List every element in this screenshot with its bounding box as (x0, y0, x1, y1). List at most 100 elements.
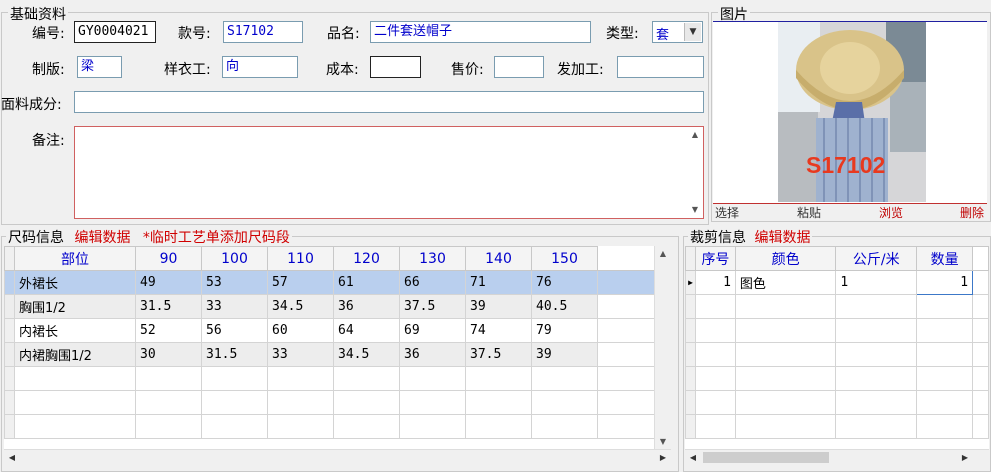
scroll-right-icon[interactable]: ▶ (957, 450, 973, 466)
remark-scrollbar[interactable]: ▲ ▼ (687, 127, 703, 218)
table-cell (597, 342, 656, 367)
column-header[interactable]: 颜色 (734, 246, 837, 271)
table-cell[interactable]: 内裙长 (14, 318, 136, 343)
scroll-left-icon[interactable]: ◀ (4, 450, 20, 466)
table-row[interactable]: 内裙胸围1/2 30 31.5 33 34.5 36 37.5 39 (4, 342, 656, 367)
table-cell[interactable]: 图色 (734, 270, 837, 295)
column-header[interactable]: 数量 (916, 246, 974, 271)
product-name-input[interactable]: 二件套送帽子 (370, 21, 591, 43)
cut-grid-hscroll[interactable]: ◀ ▶ (685, 449, 989, 466)
table-cell[interactable]: 外裙长 (14, 270, 136, 295)
chevron-down-icon[interactable]: ▼ (684, 23, 701, 41)
empty-row (685, 342, 989, 367)
column-header[interactable]: 90 (135, 246, 202, 271)
table-row[interactable]: 外裙长 49 53 57 61 66 71 76 (4, 270, 656, 295)
column-header[interactable]: 110 (267, 246, 334, 271)
table-cell[interactable]: 30 (135, 342, 202, 367)
table-cell[interactable]: 69 (399, 318, 466, 343)
price-label: 售价: (451, 62, 484, 78)
remark-label: 备注: (32, 133, 65, 149)
table-cell[interactable]: 1 (916, 270, 974, 295)
photo-overlay-label: S17102 (806, 152, 886, 178)
table-cell[interactable]: 37.5 (465, 342, 532, 367)
cut-edit-data-link[interactable]: 编辑数据 (754, 230, 810, 246)
column-header[interactable]: 公斤/米 (835, 246, 918, 271)
picture-delete-button[interactable]: 删除 (960, 204, 984, 221)
table-cell[interactable]: 61 (333, 270, 400, 295)
table-cell[interactable]: 36 (399, 342, 466, 367)
cut-info-legend: 裁剪信息 (690, 230, 746, 246)
table-cell[interactable]: 1 (835, 270, 918, 295)
outsourcer-input[interactable] (617, 56, 704, 78)
empty-header (597, 246, 656, 271)
table-cell[interactable]: 内裙胸围1/2 (14, 342, 136, 367)
row-indicator (4, 318, 15, 343)
column-header[interactable]: 150 (531, 246, 598, 271)
table-cell[interactable]: 33 (267, 342, 334, 367)
column-header[interactable]: 序号 (694, 246, 736, 271)
type-select[interactable]: 套 ▼ (652, 21, 703, 43)
picture-browse-button[interactable]: 浏览 (879, 204, 903, 221)
table-row[interactable]: ▶ 1 图色 1 1 (685, 270, 989, 295)
scroll-right-icon[interactable]: ▶ (655, 450, 671, 466)
table-cell[interactable]: 79 (531, 318, 598, 343)
empty-header (972, 246, 989, 271)
row-indicator (4, 294, 15, 319)
table-cell[interactable]: 31.5 (135, 294, 202, 319)
style-no-input[interactable]: S17102 (223, 21, 303, 43)
table-row[interactable]: 胸围1/2 31.5 33 34.5 36 37.5 39 40.5 (4, 294, 656, 319)
table-row[interactable]: 内裙长 52 56 60 64 69 74 79 (4, 318, 656, 343)
price-input[interactable] (494, 56, 544, 78)
sample-maker-input[interactable]: 向 (222, 56, 298, 78)
table-cell[interactable]: 49 (135, 270, 202, 295)
scroll-up-icon[interactable]: ▲ (687, 127, 703, 143)
table-cell[interactable]: 1 (694, 270, 736, 295)
column-header[interactable]: 部位 (14, 246, 136, 271)
table-cell[interactable]: 66 (399, 270, 466, 295)
table-cell[interactable]: 34.5 (333, 342, 400, 367)
scroll-left-icon[interactable]: ◀ (685, 450, 701, 466)
table-cell[interactable]: 33 (201, 294, 268, 319)
outsourcer-label: 发加工: (557, 62, 604, 78)
remark-textarea[interactable]: ▲ ▼ (74, 126, 704, 219)
scroll-down-icon[interactable]: ▼ (687, 202, 703, 218)
table-cell[interactable]: 52 (135, 318, 202, 343)
table-cell[interactable]: 56 (201, 318, 268, 343)
scroll-up-icon[interactable]: ▲ (655, 246, 671, 262)
row-indicator-header (4, 246, 15, 271)
picture-select-button[interactable]: 选择 (715, 204, 739, 221)
size-grid: 部位 90 100 110 120 130 140 150 外裙长 49 53 … (4, 246, 671, 466)
size-edit-data-link[interactable]: 编辑数据 (74, 230, 130, 246)
cost-input[interactable] (370, 56, 421, 78)
table-cell[interactable]: 53 (201, 270, 268, 295)
table-cell[interactable]: 57 (267, 270, 334, 295)
table-cell[interactable]: 76 (531, 270, 598, 295)
table-cell[interactable]: 64 (333, 318, 400, 343)
table-cell[interactable]: 36 (333, 294, 400, 319)
table-cell[interactable]: 39 (531, 342, 598, 367)
code-input[interactable]: GY0004021 (74, 21, 156, 43)
pattern-maker-input[interactable]: 梁 (77, 56, 122, 78)
table-cell[interactable]: 胸围1/2 (14, 294, 136, 319)
picture-paste-button[interactable]: 粘贴 (797, 204, 821, 221)
table-cell[interactable]: 39 (465, 294, 532, 319)
table-cell[interactable]: 31.5 (201, 342, 268, 367)
cut-info-header: 裁剪信息 编辑数据 (688, 227, 813, 247)
column-header[interactable]: 130 (399, 246, 466, 271)
scroll-down-icon[interactable]: ▼ (655, 434, 671, 450)
table-cell[interactable]: 40.5 (531, 294, 598, 319)
code-label: 编号: (32, 26, 65, 42)
cut-grid: 序号 颜色 公斤/米 数量 ▶ 1 图色 1 1 ◀ ▶ (685, 246, 989, 466)
fabric-composition-input[interactable] (74, 91, 704, 113)
table-cell[interactable]: 71 (465, 270, 532, 295)
scroll-thumb[interactable] (703, 452, 829, 463)
column-header[interactable]: 120 (333, 246, 400, 271)
table-cell[interactable]: 34.5 (267, 294, 334, 319)
column-header[interactable]: 140 (465, 246, 532, 271)
table-cell[interactable]: 60 (267, 318, 334, 343)
column-header[interactable]: 100 (201, 246, 268, 271)
size-grid-vscroll[interactable]: ▲ ▼ (654, 246, 671, 450)
table-cell[interactable]: 74 (465, 318, 532, 343)
table-cell[interactable]: 37.5 (399, 294, 466, 319)
size-grid-hscroll[interactable]: ◀ ▶ (4, 449, 671, 466)
